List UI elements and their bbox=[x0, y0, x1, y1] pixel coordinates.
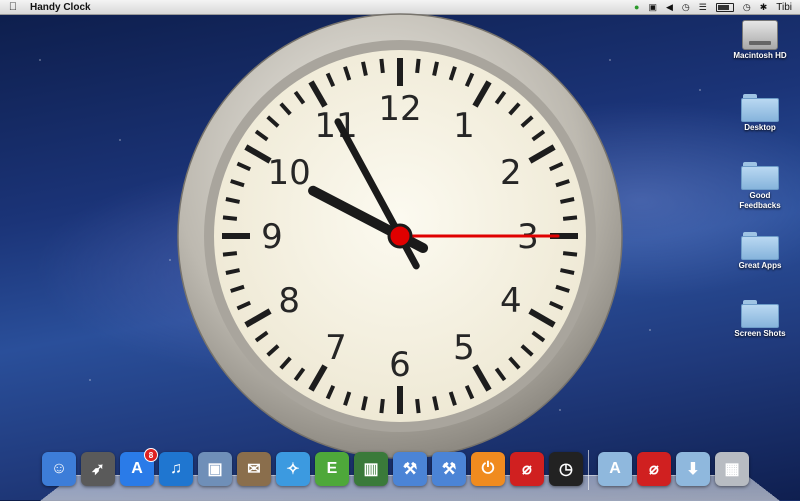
photos-icon: ▣ bbox=[207, 461, 223, 478]
dock-item-finder[interactable]: ☺ bbox=[42, 452, 76, 486]
clock-numeral-2: 2 bbox=[500, 153, 522, 193]
minute-tick bbox=[432, 61, 439, 76]
clock-numeral-9: 9 bbox=[261, 217, 283, 257]
chart-icon: ▥ bbox=[363, 461, 379, 478]
minute-tick bbox=[562, 215, 578, 221]
minute-tick bbox=[560, 268, 575, 275]
elephant-icon: E bbox=[326, 460, 338, 477]
no-flash-icon: ⌀ bbox=[522, 461, 532, 478]
minute-tick bbox=[560, 197, 575, 204]
minute-tick bbox=[225, 268, 240, 275]
hammer-icon: ⚒ bbox=[441, 461, 457, 478]
apps-folder-icon: A bbox=[609, 460, 621, 477]
dock-items: ☺ ➶ A 8 ♫ ▣ ✉ ✧ E ▥ ⚒ ⚒ ⏻ ⌀ ◷ A ⌀ ⬇ ▦ bbox=[40, 446, 780, 490]
no-flash-icon: ⌀ bbox=[649, 461, 659, 478]
clock-numeral-12: 12 bbox=[378, 89, 421, 129]
dock-item-trash[interactable]: ▦ bbox=[715, 452, 749, 486]
dock-item-itunes[interactable]: ♫ bbox=[159, 452, 193, 486]
dock-item-safari[interactable]: ✧ bbox=[276, 452, 310, 486]
dock-item-applications-folder[interactable]: A bbox=[598, 452, 632, 486]
dock-item-preview[interactable]: ▣ bbox=[198, 452, 232, 486]
minute-tick bbox=[415, 58, 421, 74]
clock-numeral-10: 10 bbox=[268, 153, 311, 193]
dock-separator bbox=[588, 450, 589, 490]
notification-badge: 8 bbox=[144, 448, 158, 462]
download-folder-icon: ⬇ bbox=[686, 461, 700, 478]
finder-icon: ☺ bbox=[50, 460, 68, 477]
power-icon: ⏻ bbox=[481, 460, 495, 477]
clock-center-pin bbox=[387, 223, 413, 249]
watch-icon: ◷ bbox=[559, 461, 573, 478]
dock-item-launchpad[interactable]: ➶ bbox=[81, 452, 115, 486]
dock: ☺ ➶ A 8 ♫ ▣ ✉ ✧ E ▥ ⚒ ⚒ ⏻ ⌀ ◷ A ⌀ ⬇ ▦ bbox=[40, 446, 780, 501]
music-note-icon: ♫ bbox=[170, 460, 182, 477]
clock-numeral-1: 1 bbox=[453, 106, 475, 146]
clock-numeral-8: 8 bbox=[278, 281, 300, 321]
dock-item-downloads-folder[interactable]: ⬇ bbox=[676, 452, 710, 486]
minute-tick bbox=[225, 197, 240, 204]
minute-tick bbox=[379, 398, 385, 414]
minute-tick bbox=[415, 398, 421, 414]
clock-numeral-7: 7 bbox=[325, 328, 347, 368]
stamp-icon: ✉ bbox=[247, 461, 261, 478]
dock-item-evernote[interactable]: E bbox=[315, 452, 349, 486]
minute-tick bbox=[361, 61, 368, 76]
dock-item-blocked-app[interactable]: ⌀ bbox=[510, 452, 544, 486]
minute-tick bbox=[432, 396, 439, 411]
rocket-icon: ➶ bbox=[91, 461, 105, 478]
dock-item-mail[interactable]: ✉ bbox=[237, 452, 271, 486]
handy-clock-widget[interactable]: 12 1234567891011 bbox=[0, 0, 800, 500]
dock-item-blocked-app-2[interactable]: ⌀ bbox=[637, 452, 671, 486]
clock-numeral-5: 5 bbox=[453, 328, 475, 368]
dock-item-clock-app[interactable]: ◷ bbox=[549, 452, 583, 486]
clock-numeral-4: 4 bbox=[500, 281, 522, 321]
dock-item-xcode[interactable]: ⚒ bbox=[393, 452, 427, 486]
dock-item-app-store[interactable]: A8 bbox=[120, 448, 158, 486]
minute-tick bbox=[562, 251, 578, 257]
minute-tick bbox=[361, 396, 368, 411]
minute-tick bbox=[379, 58, 385, 74]
minute-tick bbox=[222, 251, 238, 257]
clock-numeral-6: 6 bbox=[389, 345, 411, 385]
dock-item-handy-clock-app[interactable]: ⏻ bbox=[471, 452, 505, 486]
minute-tick bbox=[222, 215, 238, 221]
compass-icon: ✧ bbox=[286, 461, 300, 478]
appstore-icon: A bbox=[131, 460, 143, 477]
dock-item-xcode-2[interactable]: ⚒ bbox=[432, 452, 466, 486]
trash-icon: ▦ bbox=[724, 461, 740, 478]
dock-item-activity-monitor[interactable]: ▥ bbox=[354, 452, 388, 486]
hammer-icon: ⚒ bbox=[402, 461, 418, 478]
